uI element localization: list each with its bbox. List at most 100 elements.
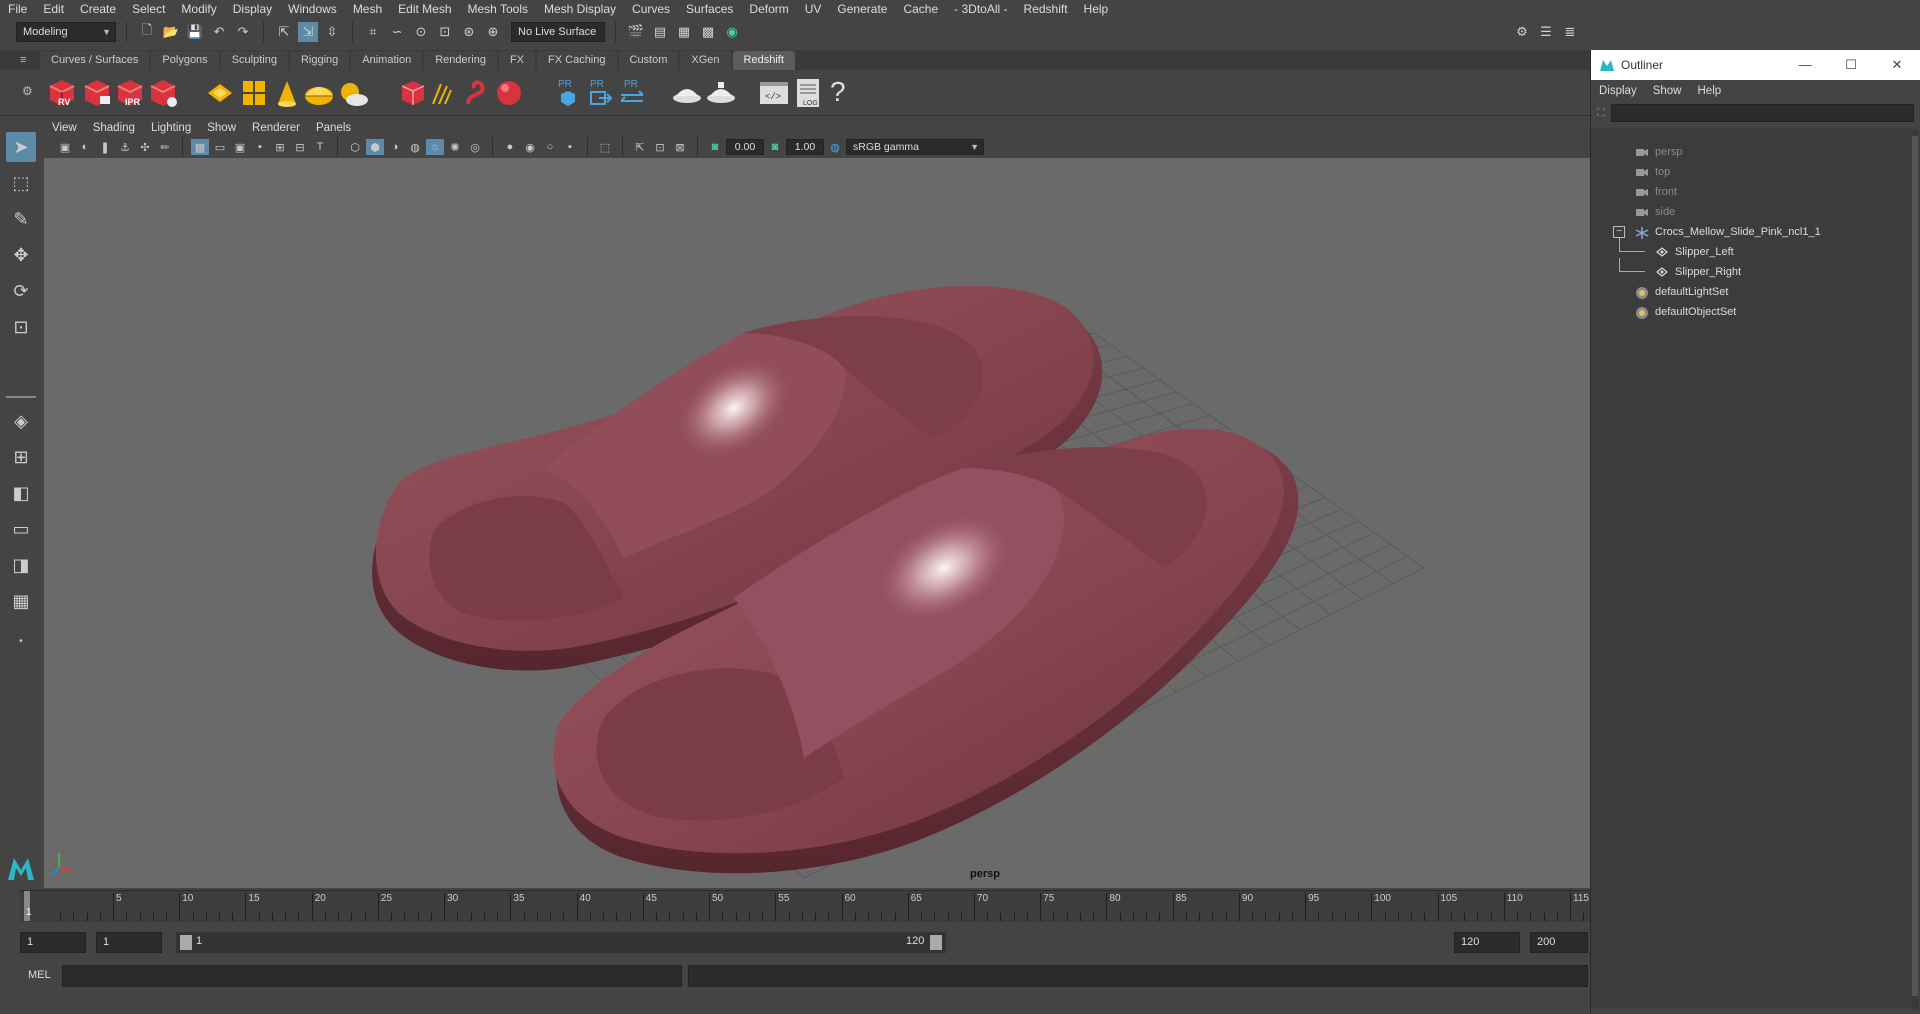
- menu-item[interactable]: Mesh: [345, 0, 390, 18]
- command-input[interactable]: [62, 965, 682, 987]
- pr-volume-icon[interactable]: PR: [551, 76, 585, 110]
- wireframe-icon[interactable]: ⬡: [346, 139, 364, 155]
- select-object-icon[interactable]: ⇲: [298, 22, 318, 42]
- render-current-icon[interactable]: 🎬: [626, 22, 646, 42]
- pr-transfer-icon[interactable]: PR: [615, 76, 649, 110]
- menu-item[interactable]: Redshift: [1016, 0, 1076, 18]
- shelf-tab[interactable]: Rendering: [424, 51, 497, 70]
- maximize-icon[interactable]: ☐: [1828, 57, 1874, 73]
- menu-item[interactable]: Edit: [35, 0, 72, 18]
- redshift-dome-light-icon[interactable]: [302, 76, 336, 110]
- range-start-handle[interactable]: [180, 935, 192, 950]
- animation-start-field[interactable]: 1: [20, 932, 86, 953]
- exposure-field[interactable]: 0.00: [726, 139, 764, 155]
- render-view-icon[interactable]: ◉: [722, 22, 742, 42]
- script-editor-icon[interactable]: </>: [757, 76, 791, 110]
- camera-attributes-icon[interactable]: ◐: [76, 139, 94, 155]
- paint-select-icon[interactable]: ✎: [6, 204, 36, 234]
- shelf-tab[interactable]: Polygons: [151, 51, 219, 70]
- close-icon[interactable]: ✕: [1874, 57, 1920, 73]
- antialias-icon[interactable]: ▪: [561, 139, 579, 155]
- select-component-icon[interactable]: ⇳: [322, 22, 342, 42]
- use-all-lights-icon[interactable]: ☼: [426, 139, 444, 155]
- outliner-item[interactable]: persp: [1635, 142, 1683, 162]
- range-slider-track[interactable]: 1 120: [176, 932, 946, 953]
- command-language-label[interactable]: MEL: [28, 969, 51, 981]
- four-view-layout-icon[interactable]: ⊞: [6, 442, 36, 472]
- resolution-gate-icon[interactable]: ▣: [231, 139, 249, 155]
- panel-menu-item[interactable]: View: [44, 122, 85, 134]
- menu-item[interactable]: Help: [1076, 0, 1117, 18]
- snap-plane-icon[interactable]: ⊡: [435, 22, 455, 42]
- menu-item[interactable]: Select: [124, 0, 173, 18]
- shelf-tab[interactable]: Redshift: [732, 51, 795, 70]
- redshift-batch-render-icon[interactable]: [80, 76, 114, 110]
- menu-item[interactable]: Surfaces: [678, 0, 741, 18]
- shadows-icon[interactable]: ✺: [446, 139, 464, 155]
- gate-mask-icon[interactable]: ▪: [251, 139, 269, 155]
- redshift-render-view-icon[interactable]: RV: [45, 76, 79, 110]
- exposure-icon[interactable]: ◙: [706, 139, 724, 155]
- menu-item[interactable]: - 3DtoAll -: [946, 0, 1015, 18]
- single-view-layout-icon[interactable]: ◈: [6, 406, 36, 436]
- shelf-gear-icon[interactable]: ⚙: [22, 84, 33, 98]
- textured-icon[interactable]: ◍: [406, 139, 424, 155]
- outliner-scrollbar[interactable]: [1911, 130, 1919, 1010]
- snap-surface-icon[interactable]: ⊛: [459, 22, 479, 42]
- grease-pencil-icon[interactable]: ✏: [156, 139, 174, 155]
- pr-export-icon[interactable]: PR: [583, 76, 617, 110]
- camera-select-icon[interactable]: ▣: [56, 139, 74, 155]
- shelf-menu-icon[interactable]: ≡: [20, 54, 26, 66]
- material-ball-2-icon[interactable]: [704, 76, 738, 110]
- snap-center-icon[interactable]: ⊕: [483, 22, 503, 42]
- shelf-tab[interactable]: Rigging: [289, 51, 350, 70]
- gamma-icon[interactable]: ◙: [766, 139, 784, 155]
- menu-item[interactable]: Windows: [280, 0, 345, 18]
- menu-item[interactable]: Display: [225, 0, 280, 18]
- film-gate-icon[interactable]: ▭: [211, 139, 229, 155]
- hypershade-icon[interactable]: ▩: [698, 22, 718, 42]
- channel-box-icon[interactable]: ≣: [1560, 22, 1580, 42]
- workspace-dropdown[interactable]: Modeling ▼: [16, 22, 116, 42]
- shelf-tab[interactable]: Animation: [351, 51, 423, 70]
- redshift-proxy-icon[interactable]: [396, 76, 430, 110]
- redshift-render-settings-icon[interactable]: [146, 76, 180, 110]
- grid-icon[interactable]: ▦: [191, 139, 209, 155]
- image-plane-icon[interactable]: ⚓: [116, 139, 134, 155]
- menu-item[interactable]: Mesh Tools: [460, 0, 536, 18]
- shelf-tab[interactable]: Curves / Surfaces: [40, 51, 150, 70]
- save-scene-icon[interactable]: 💾: [185, 22, 205, 42]
- outliner-item[interactable]: defaultLightSet: [1635, 282, 1728, 302]
- new-scene-icon[interactable]: 🗋: [137, 22, 157, 42]
- redshift-sun-sky-icon[interactable]: [336, 76, 370, 110]
- snap-curve-icon[interactable]: ∽: [387, 22, 407, 42]
- menu-item[interactable]: Edit Mesh: [390, 0, 459, 18]
- outliner-search-input[interactable]: [1610, 104, 1914, 122]
- side-by-side-layout-icon[interactable]: ◧: [6, 478, 36, 508]
- move-tool-icon[interactable]: ✥: [6, 240, 36, 270]
- rotate-tool-icon[interactable]: ⟳: [6, 276, 36, 306]
- outliner-menu-item[interactable]: Show: [1645, 85, 1690, 97]
- shade-wireframe-icon[interactable]: ◑: [386, 139, 404, 155]
- shelf-tab[interactable]: Sculpting: [220, 51, 288, 70]
- shelf-tab[interactable]: FX Caching: [537, 51, 617, 70]
- outliner-menu-item[interactable]: Display: [1591, 85, 1645, 97]
- outliner-item[interactable]: side: [1635, 202, 1675, 222]
- live-surface-field[interactable]: No Live Surface: [511, 22, 605, 42]
- open-scene-icon[interactable]: 📂: [161, 22, 181, 42]
- xray-components-icon[interactable]: ○: [541, 139, 559, 155]
- modeling-toolkit-icon[interactable]: ⚙: [1512, 22, 1532, 42]
- snap-point-icon[interactable]: ⊙: [411, 22, 431, 42]
- time-slider[interactable]: 1 5 10 15 20 25 30 35 40 45 50 55 60 65 70 75 80 85 90 95 1…: [20, 890, 1611, 922]
- field-chart-icon[interactable]: ⊞: [271, 139, 289, 155]
- lasso-tool-icon[interactable]: ⬚: [6, 168, 36, 198]
- outliner-item[interactable]: Slipper_Left: [1655, 242, 1734, 262]
- gamma-field[interactable]: 1.00: [786, 139, 824, 155]
- redshift-portal-light-icon[interactable]: [237, 76, 271, 110]
- menu-item[interactable]: Modify: [173, 0, 224, 18]
- menu-item[interactable]: UV: [797, 0, 830, 18]
- attribute-editor-icon[interactable]: ☰: [1536, 22, 1556, 42]
- safe-title-icon[interactable]: T: [311, 139, 329, 155]
- filter-icon[interactable]: ⛶: [1597, 107, 1605, 120]
- more-layouts-icon[interactable]: •: [6, 626, 36, 656]
